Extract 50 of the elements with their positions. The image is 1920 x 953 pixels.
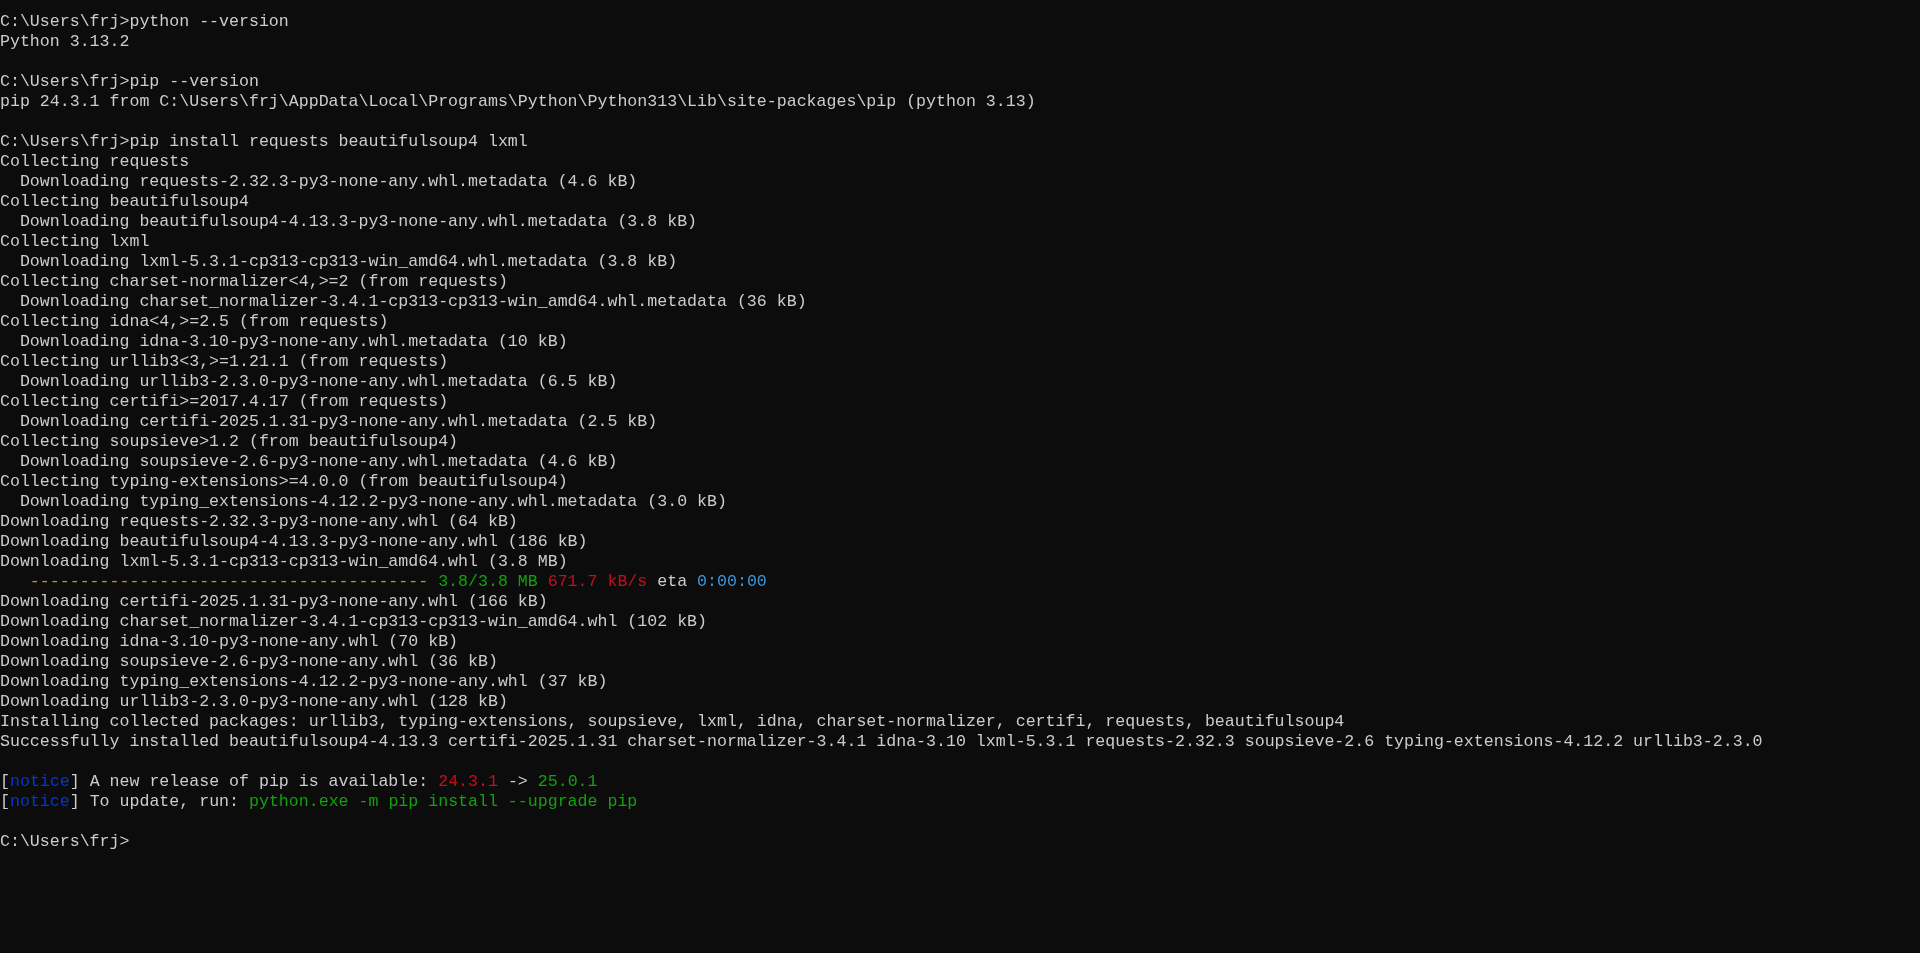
terminal-text: Downloading lxml-5.3.1-cp313-cp313-win_amd64.whl (3.8 MB) [0,552,568,571]
terminal-text: 0:00:00 [696,572,767,591]
terminal-text: Downloading typing_extensions-4.12.2-py3-none-any.whl (37 kB) [0,672,608,691]
terminal-text: Downloading beautifulsoup4-4.13.3-py3-none-any.whl (186 kB) [0,532,588,551]
terminal-text: 24.3.1 [438,772,498,791]
terminal-text: Downloading soupsieve-2.6-py3-none-any.whl (36 kB) [0,652,498,671]
terminal-text: 671.7 kB/s [546,572,648,591]
terminal-text: [ [0,792,10,811]
terminal-text: Downloading charset_normalizer-3.4.1-cp313-cp313-win_amd64.whl (102 kB) [0,612,707,631]
terminal-text: Downloading certifi-2025.1.31-py3-none-any.whl.metadata (2.5 kB) [18,412,658,431]
terminal-text: 25.0.1 [537,772,598,791]
terminal-text: C:\Users\frj>pip --version [0,72,259,91]
terminal-text: pip 24.3.1 from C:\Users\frj\AppData\Local\Programs\Python\Python313\Lib\site-packages\pip (python 3.13) [0,92,1036,111]
terminal-text: Collecting urllib3<3,>=1.21.1 (from requests) [0,352,449,371]
terminal-text: eta [656,572,688,591]
terminal-text: Collecting beautifulsoup4 [0,192,249,211]
terminal-text: Collecting charset-normalizer<4,>=2 (from requests) [0,272,508,291]
terminal-text: Collecting requests [0,152,190,171]
terminal-text: -> [506,772,529,791]
terminal-text: Collecting idna<4,>=2.5 (from requests) [0,312,389,331]
terminal-text: Downloading certifi-2025.1.31-py3-none-any.whl (166 kB) [0,592,548,611]
terminal-text: ---------------------------------------- [28,572,429,591]
terminal-text: Downloading urllib3-2.3.0-py3-none-any.whl (128 kB) [0,692,508,711]
terminal-text: Python 3.13.2 [0,32,130,51]
terminal-text: Collecting lxml [0,232,150,251]
terminal-text: Downloading requests-2.32.3-py3-none-any.whl (64 kB) [0,512,518,531]
terminal-text: C:\Users\frj>pip install requests beautifulsoup4 lxml [0,132,528,151]
terminal-text: python.exe -m pip install --upgrade pip [248,792,638,811]
terminal-text: Downloading beautifulsoup4-4.13.3-py3-none-any.whl.metadata (3.8 kB) [18,212,698,231]
terminal-text: Collecting soupsieve>1.2 (from beautifulsoup4) [0,432,459,451]
terminal-text: Downloading lxml-5.3.1-cp313-cp313-win_amd64.whl.metadata (3.8 kB) [18,252,678,271]
terminal-text: C:\Users\frj> [0,832,130,851]
terminal-text: Downloading idna-3.10-py3-none-any.whl.metadata (10 kB) [18,332,568,351]
terminal-text: Downloading typing_extensions-4.12.2-py3-none-any.whl.metadata (3.0 kB) [18,492,727,511]
terminal-text: notice [9,772,70,791]
terminal-text: Downloading idna-3.10-py3-none-any.whl (70 kB) [0,632,459,651]
terminal-text: Successfully installed beautifulsoup4-4.13.3 certifi-2025.1.31 charset-normalizer-3.4.1 idna-3.10 lxml-5.3.1 requests-2.32.3 soupsieve-2.6 typing-extensions-4.12.2 urllib3-2.3.0 [0,732,1763,751]
terminal-text: notice [9,792,70,811]
terminal-text: ] A new release of pip is available: [69,772,430,791]
terminal-text: C:\Users\frj>python --version [0,12,289,31]
terminal-text: ] To update, run: [69,792,240,811]
terminal-text: 3.8/3.8 MB [437,572,538,591]
terminal-text: Downloading charset_normalizer-3.4.1-cp313-cp313-win_amd64.whl.metadata (36 kB) [18,292,807,311]
terminal-text: Downloading soupsieve-2.6-py3-none-any.whl.metadata (4.6 kB) [18,452,618,471]
terminal-text: Collecting certifi>=2017.4.17 (from requests) [0,392,449,411]
terminal-text: Downloading urllib3-2.3.0-py3-none-any.whl.metadata (6.5 kB) [18,372,618,391]
terminal-text: Downloading requests-2.32.3-py3-none-any.whl.metadata (4.6 kB) [18,172,638,191]
terminal-text: [ [0,772,10,791]
terminal-text: Collecting typing-extensions>=4.0.0 (from beautifulsoup4) [0,472,568,491]
terminal-text: Installing collected packages: urllib3, typing-extensions, soupsieve, lxml, idna, charset-normalizer, certifi, requests, beautifulsoup4 [0,712,1345,731]
